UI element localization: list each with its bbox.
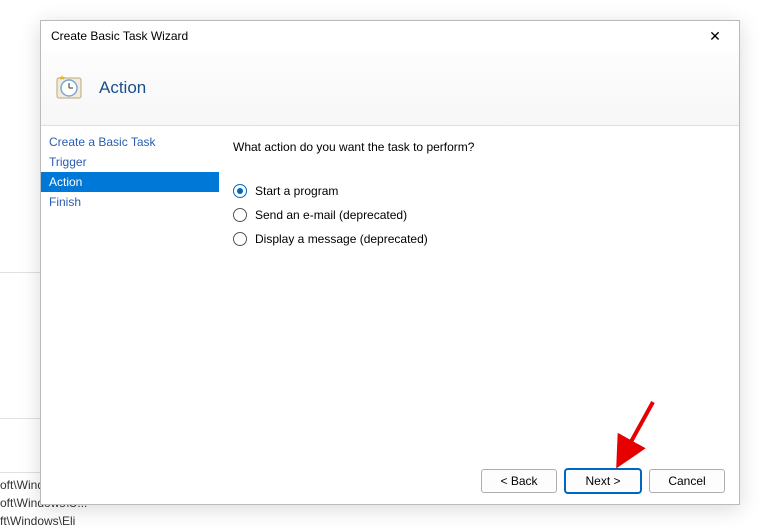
option-display-message[interactable]: Display a message (deprecated) <box>233 232 721 246</box>
option-start-program[interactable]: Start a program <box>233 184 721 198</box>
back-button[interactable]: < Back <box>481 469 557 493</box>
radio-icon <box>233 184 247 198</box>
radio-icon <box>233 208 247 222</box>
bg-divider <box>0 418 40 419</box>
radio-label: Start a program <box>255 184 338 198</box>
wizard-body: Create a Basic Task Trigger Action Finis… <box>41 126 739 458</box>
dialog-title: Create Basic Task Wizard <box>51 29 188 43</box>
radio-label: Send an e-mail (deprecated) <box>255 208 407 222</box>
bg-path-fragment: ft\Windows\Eli <box>0 514 75 528</box>
wizard-header: Action <box>41 51 739 126</box>
sidebar-item-action[interactable]: Action <box>41 172 219 192</box>
task-wizard-icon <box>53 72 85 104</box>
page-title: Action <box>99 78 146 98</box>
bg-divider <box>0 472 40 473</box>
radio-icon <box>233 232 247 246</box>
bg-path-fragment: oft\Wind <box>0 478 44 492</box>
wizard-dialog: Create Basic Task Wizard ✕ Action Create… <box>40 20 740 505</box>
option-send-email[interactable]: Send an e-mail (deprecated) <box>233 208 721 222</box>
cancel-button[interactable]: Cancel <box>649 469 725 493</box>
prompt-text: What action do you want the task to perf… <box>233 140 721 154</box>
sidebar-item-create-basic-task[interactable]: Create a Basic Task <box>41 132 219 152</box>
titlebar: Create Basic Task Wizard ✕ <box>41 21 739 51</box>
bg-divider <box>0 272 40 273</box>
wizard-sidebar: Create a Basic Task Trigger Action Finis… <box>41 126 219 458</box>
radio-label: Display a message (deprecated) <box>255 232 428 246</box>
next-button[interactable]: Next > <box>565 469 641 493</box>
sidebar-item-trigger[interactable]: Trigger <box>41 152 219 172</box>
close-icon: ✕ <box>709 28 721 45</box>
wizard-footer: < Back Next > Cancel <box>41 458 739 504</box>
close-button[interactable]: ✕ <box>695 23 735 49</box>
wizard-content: What action do you want the task to perf… <box>219 126 739 458</box>
sidebar-item-finish[interactable]: Finish <box>41 192 219 212</box>
